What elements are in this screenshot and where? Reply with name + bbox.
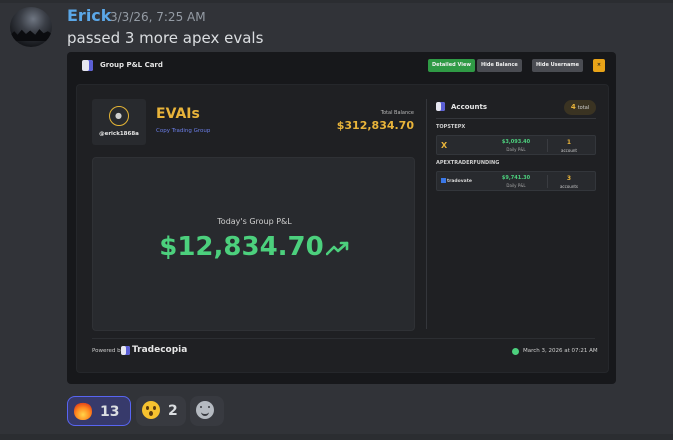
reaction-fire[interactable]: 13 [67,396,131,426]
accounts-title: Accounts [451,103,488,111]
message-timestamp[interactable]: 3/3/26, 7:25 AM [110,10,206,24]
footer-divider [92,338,595,339]
add-reaction-icon [196,401,214,419]
tradecopia-brand-icon [121,346,130,355]
row-divider [547,139,548,152]
todays-pnl-label: Today's Group P&L [217,217,292,226]
generated-date: March 3, 2026 at 07:21 AM [523,348,598,354]
add-reaction-button[interactable] [190,396,224,426]
accounts-total-count: 4 [570,103,576,111]
group-name: EVAIs [156,106,200,122]
top-divider [0,0,673,3]
tradecopia-logo-icon [82,60,93,71]
reaction-count: 13 [100,404,120,420]
card-title: Group P&L Card [100,61,163,69]
author-avatar[interactable] [10,7,52,47]
trending-up-icon [325,241,349,255]
check-circle-icon [512,348,519,355]
close-icon[interactable]: × [593,59,605,72]
todays-pnl-box: Today's Group P&L $12,834.70 [92,157,415,331]
message-text: passed 3 more apex evals [67,29,264,47]
tradovate-logo-icon: tradovate [441,178,472,184]
account-row-topstepx[interactable]: X $3,093.40 Daily P&L 1 account [436,135,596,155]
accounts-total-badge: 4 total [564,100,596,115]
todays-pnl-amount: $12,834.70 [159,232,324,262]
hide-balance-button[interactable]: Hide Balance [477,59,522,72]
pnl-card: ● @erick1868a EVAIs Copy Trading Group T… [76,84,609,373]
group-type-link[interactable]: Copy Trading Group [156,128,210,134]
daily-pnl-amount: $3,093.40 [501,139,531,145]
panel-divider [426,99,427,329]
user-handle: @erick1868a [99,131,139,137]
daily-pnl-label: Daily P&L [506,183,526,188]
account-count: 3 [566,175,572,182]
reaction-astonished[interactable]: 2 [136,396,186,426]
total-balance-value: $312,834.70 [336,119,414,132]
firm-label-topstepx: TOPSTEPX [436,124,466,130]
bottom-divider [0,434,673,440]
daily-pnl-label: Daily P&L [506,147,526,152]
astonished-emoji-icon [142,401,160,419]
account-count: 1 [566,139,572,146]
powered-by-label: Powered by [92,348,124,354]
tradecopia-brand: Tradecopia [132,345,188,355]
pnl-card-image[interactable]: Group P&L Card Detailed View Hide Balanc… [67,52,616,384]
user-badge: ● @erick1868a [92,99,146,145]
accounts-divider [436,118,596,119]
account-count-label: account [561,148,577,153]
reaction-count: 2 [168,403,178,419]
user-icon: ● [109,106,129,126]
detailed-view-button[interactable]: Detailed View [428,59,475,72]
hide-username-button[interactable]: Hide Username [532,59,584,72]
daily-pnl-amount: $9,741.30 [501,175,531,181]
card-header: Group P&L Card Detailed View Hide Balanc… [67,52,616,80]
group-summary: ● @erick1868a EVAIs Copy Trading Group T… [77,85,422,335]
fire-emoji-icon [74,402,92,420]
account-row-apex[interactable]: tradovate $9,741.30 Daily P&L 3 accounts [436,171,596,191]
todays-pnl-value: $12,834.70 [93,232,416,262]
firm-label-apex: APEXTRADERFUNDING [436,160,500,166]
accounts-icon [436,102,445,111]
account-count-label: accounts [559,184,579,189]
author-username[interactable]: Erick [67,6,111,25]
topstepx-logo-icon: X [441,141,448,150]
accounts-total-label: total [577,105,590,111]
total-balance-label: Total Balance [380,110,414,116]
row-divider [547,175,548,188]
